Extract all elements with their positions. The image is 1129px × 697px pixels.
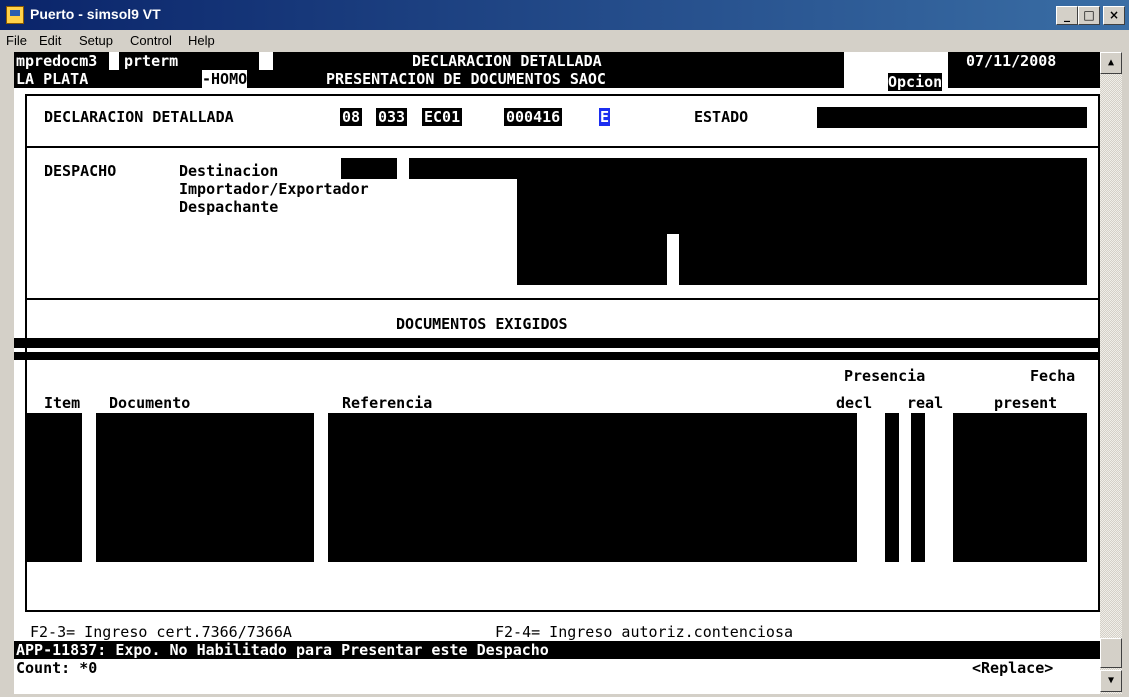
vertical-scrollbar[interactable]: ▲ ▼ [1100, 52, 1122, 694]
section-bar [14, 338, 1100, 348]
item-column-field[interactable] [27, 413, 82, 562]
location: LA PLATA [16, 70, 89, 88]
date: 07/11/2008 [966, 52, 1057, 70]
decl-column-field[interactable] [885, 413, 899, 562]
environment: -HOMO [202, 70, 248, 88]
screen-subtitle: PRESENTACION DE DOCUMENTOS SAOC [326, 70, 606, 88]
col-item: Item [44, 394, 81, 412]
field-gap-top [667, 179, 679, 234]
col-decl: decl [836, 394, 873, 412]
referencia-column-field[interactable] [328, 413, 857, 562]
despachante-label: Despachante [179, 198, 279, 216]
menu-edit[interactable]: Edit [39, 33, 61, 48]
cursor-block [109, 52, 119, 70]
destinacion-label: Destinacion [179, 162, 279, 180]
declaracion-number[interactable]: 000416 [504, 108, 563, 126]
despacho-label: DESPACHO [44, 162, 117, 180]
menu-bar: File Edit Setup Control Help [0, 30, 1129, 52]
maximize-button[interactable]: □ [1078, 6, 1100, 25]
title-bar[interactable]: Puerto - simsol9 VT _ □ × [0, 0, 1129, 30]
replace-mode-indicator: <Replace> [972, 659, 1054, 677]
menu-control[interactable]: Control [130, 33, 172, 48]
fkey-f24[interactable]: F2-4= Ingreso autoriz.contenciosa [495, 623, 793, 641]
scroll-thumb[interactable] [1100, 638, 1122, 668]
separator [25, 146, 1100, 148]
terminal-app-icon[interactable] [6, 6, 24, 24]
scroll-down-arrow-icon[interactable]: ▼ [1100, 670, 1122, 692]
scroll-up-arrow-icon[interactable]: ▲ [1100, 52, 1122, 74]
menu-file[interactable]: File [6, 33, 27, 48]
declaracion-aduana[interactable]: 033 [376, 108, 408, 126]
program-name: mpredocm3 [16, 52, 98, 70]
menu-help[interactable]: Help [188, 33, 215, 48]
col-referencia: Referencia [342, 394, 433, 412]
col-present: present [994, 394, 1058, 412]
importador-name-field[interactable] [679, 179, 1087, 285]
option-field[interactable]: Opcion [888, 73, 943, 91]
documentos-title: DOCUMENTOS EXIGIDOS [396, 315, 568, 333]
menu-setup[interactable]: Setup [79, 33, 113, 48]
count-indicator: Count: *0 [16, 659, 98, 677]
window-title: Puerto - simsol9 VT [30, 6, 161, 22]
input-gap [259, 52, 273, 70]
importador-label: Importador/Exportador [179, 180, 369, 198]
declaracion-type[interactable]: EC01 [422, 108, 463, 126]
destinacion-desc-field[interactable] [409, 158, 1087, 179]
col-real: real [907, 394, 944, 412]
window-left-border [0, 52, 14, 694]
col-presencia: Presencia [844, 367, 926, 385]
declaracion-year[interactable]: 08 [340, 108, 363, 126]
fkey-f23[interactable]: F2-3= Ingreso cert.7366/7366A [30, 623, 292, 641]
estado-field[interactable] [817, 107, 1087, 128]
terminal-screen[interactable]: mpredocm3 prterm DECLARACION DETALLADA 0… [14, 52, 1100, 694]
minimize-button[interactable]: _ [1056, 6, 1078, 25]
documento-column-field[interactable] [96, 413, 314, 562]
field-gap [667, 234, 679, 285]
declaracion-label: DECLARACION DETALLADA [44, 108, 234, 126]
terminal-name: prterm [124, 52, 179, 70]
importador-code-field[interactable] [517, 179, 667, 285]
declaracion-check[interactable]: E [599, 108, 611, 126]
col-fecha: Fecha [1030, 367, 1076, 385]
error-message: APP-11837: Expo. No Habilitado para Pres… [16, 641, 549, 659]
destinacion-code-field[interactable] [341, 158, 397, 179]
screen-title: DECLARACION DETALLADA [412, 52, 602, 70]
separator [25, 298, 1100, 300]
section-bar [14, 352, 1100, 360]
close-button[interactable]: × [1103, 6, 1125, 25]
estado-label: ESTADO [694, 108, 749, 126]
col-documento: Documento [109, 394, 191, 412]
real-column-field[interactable] [911, 413, 925, 562]
present-column-field[interactable] [953, 413, 1087, 562]
